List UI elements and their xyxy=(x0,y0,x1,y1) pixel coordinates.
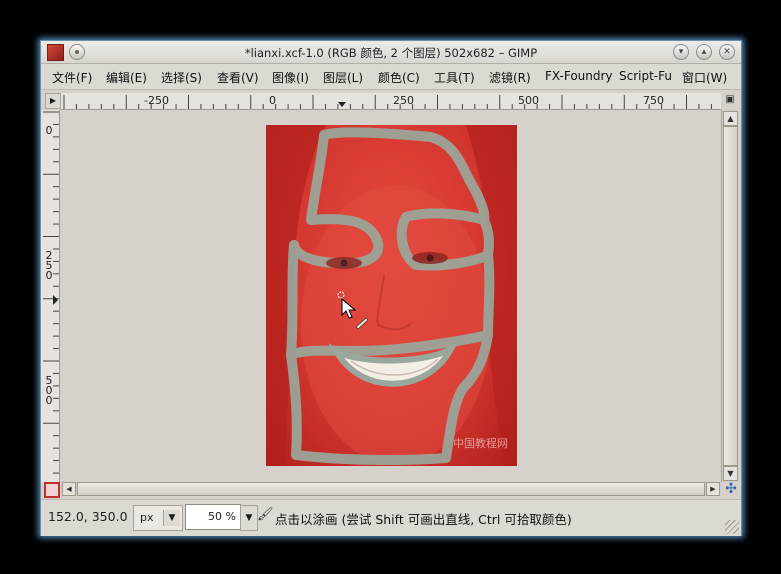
paintbrush-icon: 🖌 xyxy=(257,507,274,522)
mask-overlay: 中国教程网 xyxy=(266,125,517,466)
resize-grip-icon[interactable] xyxy=(725,520,739,534)
scroll-left-icon[interactable]: ◀ xyxy=(62,482,76,496)
ruler-label: 750 xyxy=(643,94,664,107)
quick-mask-toggle-icon[interactable] xyxy=(44,482,60,498)
maximize-icon[interactable]: ▴ xyxy=(696,44,712,60)
ruler-label: 250 xyxy=(393,94,414,107)
scroll-right-icon[interactable]: ▶ xyxy=(706,482,720,496)
close-icon[interactable]: ✕ xyxy=(719,44,735,60)
quick-menu-arrow-icon[interactable]: ▶ xyxy=(45,93,61,109)
vertical-ruler-ticks xyxy=(43,111,59,474)
menu-colors[interactable]: 颜色(C) xyxy=(378,69,420,86)
horizontal-scroll-thumb[interactable] xyxy=(77,482,705,496)
status-bar: 152.0, 350.0 px ▼ 50 % ▼ 🖌 点击以涂画 (尝试 Shi… xyxy=(41,499,741,536)
menu-bar: 文件(F) 编辑(E) 选择(S) 查看(V) 图像(I) 图层(L) 颜色(C… xyxy=(41,64,741,90)
menu-fx-foundry[interactable]: FX-Foundry xyxy=(545,69,613,83)
menu-windows[interactable]: 窗口(W) xyxy=(682,69,727,86)
chevron-down-icon[interactable]: ▼ xyxy=(163,510,180,526)
minimize-icon[interactable]: ▾ xyxy=(673,44,689,60)
unit-selector[interactable]: px ▼ xyxy=(133,505,183,531)
menu-script-fu[interactable]: Script-Fu xyxy=(619,69,672,83)
vertical-ruler[interactable]: 0 250 500 xyxy=(41,110,60,482)
watermark-text: 中国教程网 xyxy=(453,437,508,450)
vertical-scrollbar[interactable]: ▲ ▼ xyxy=(721,110,738,482)
menu-edit[interactable]: 编辑(E) xyxy=(106,69,147,86)
horizontal-scrollbar[interactable]: ◀ ▶ xyxy=(61,482,721,496)
ruler-label: 0 xyxy=(269,94,276,107)
ruler-label: -250 xyxy=(144,94,169,107)
ruler-label: 500 xyxy=(45,374,53,407)
image-canvas[interactable]: 中国教程网 xyxy=(60,110,721,482)
pointer-marker-icon xyxy=(338,102,346,107)
navigate-move-icon[interactable]: ✣ xyxy=(724,482,738,496)
pointer-coordinates: 152.0, 350.0 xyxy=(48,509,128,524)
ruler-label: 500 xyxy=(518,94,539,107)
ruler-label: 0 xyxy=(45,124,53,137)
zoom-input[interactable]: 50 % xyxy=(185,504,241,530)
menu-filters[interactable]: 滤镜(R) xyxy=(489,69,531,86)
status-message: 点击以涂画 (尝试 Shift 可画出直线, Ctrl 可拾取颜色) xyxy=(275,512,572,527)
window-title: *lianxi.xcf-1.0 (RGB 颜色, 2 个图层) 502x682 … xyxy=(244,46,538,60)
photo-with-quickmask[interactable]: 中国教程网 xyxy=(266,125,517,466)
pointer-marker-icon xyxy=(53,295,58,305)
horizontal-ruler[interactable]: -250 0 250 500 750 xyxy=(61,93,721,110)
menu-select[interactable]: 选择(S) xyxy=(161,69,202,86)
zoom-dropdown-chevron-icon[interactable]: ▼ xyxy=(240,505,258,531)
title-bar[interactable]: *lianxi.xcf-1.0 (RGB 颜色, 2 个图层) 502x682 … xyxy=(41,41,741,64)
scroll-up-icon[interactable]: ▲ xyxy=(723,111,738,126)
menu-image[interactable]: 图像(I) xyxy=(272,69,309,86)
menu-view[interactable]: 查看(V) xyxy=(217,69,259,86)
menu-file[interactable]: 文件(F) xyxy=(52,69,92,86)
ruler-label: 250 xyxy=(45,249,53,282)
menu-tools[interactable]: 工具(T) xyxy=(434,69,475,86)
zoom-fit-icon[interactable]: ▣ xyxy=(723,93,737,107)
unit-value: px xyxy=(140,511,154,524)
scroll-down-icon[interactable]: ▼ xyxy=(723,466,738,481)
gimp-image-window: *lianxi.xcf-1.0 (RGB 颜色, 2 个图层) 502x682 … xyxy=(40,40,742,536)
vertical-scroll-thumb[interactable] xyxy=(723,126,738,466)
mouse-cursor-icon xyxy=(337,291,369,330)
zoom-value: 50 % xyxy=(208,510,236,523)
menu-layer[interactable]: 图层(L) xyxy=(323,69,363,86)
